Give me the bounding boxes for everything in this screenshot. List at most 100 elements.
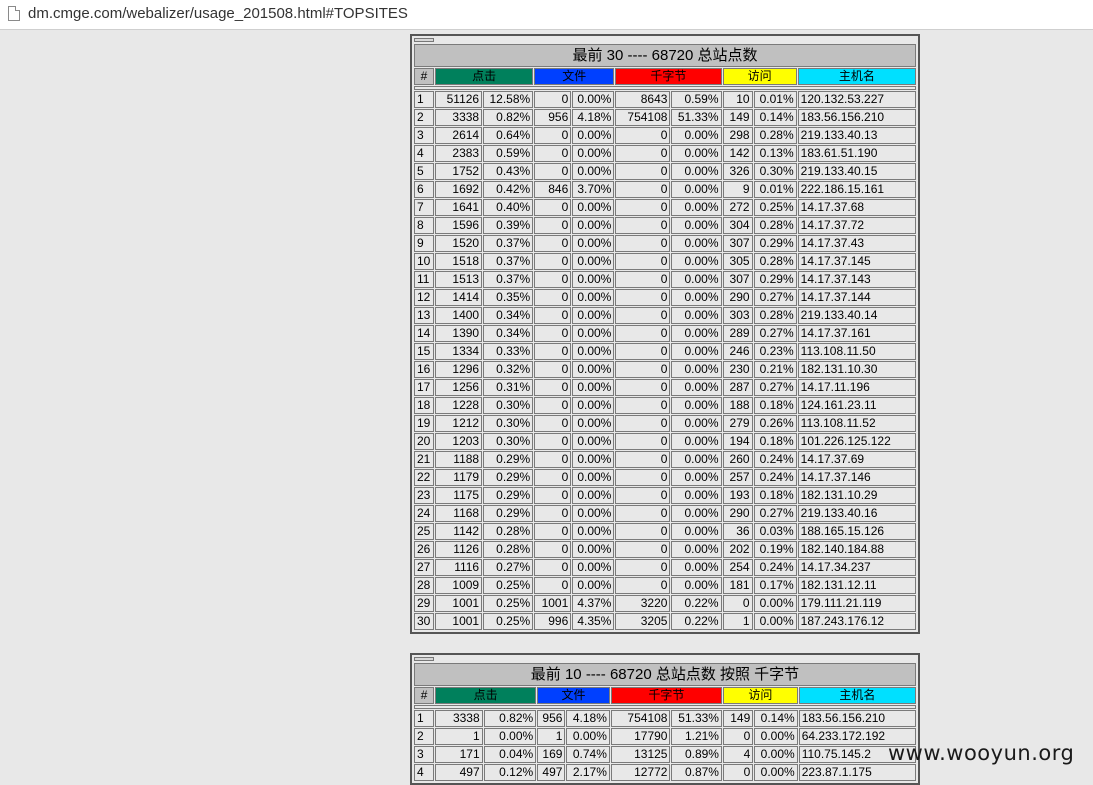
- files-percent: 0.00%: [572, 145, 615, 162]
- table-row: 10 1518 0.37% 0 0.00% 0 0.00% 305 0.28% 14.17.37.…: [414, 253, 916, 270]
- visits-percent: 0.01%: [753, 181, 797, 198]
- hostname: 14.17.11.196: [797, 379, 916, 396]
- kbytes-count: 3205: [615, 613, 671, 630]
- kbytes-percent: 0.00%: [671, 451, 722, 468]
- files-percent: 0.00%: [572, 379, 615, 396]
- kbytes-count: 0: [615, 415, 671, 432]
- table-row: 22 1179 0.29% 0 0.00% 0 0.00% 257 0.24% 14.17.37.…: [414, 469, 916, 486]
- hits-percent: 0.33%: [483, 343, 534, 360]
- visits-percent: 0.00%: [754, 764, 798, 781]
- files-count: 0: [534, 235, 572, 252]
- visits-count: 303: [722, 307, 753, 324]
- files-count: 0: [534, 217, 572, 234]
- files-percent: 0.00%: [572, 469, 615, 486]
- hits-percent: 0.37%: [483, 235, 534, 252]
- top-sites-grid: 最前 30 ---- 68720 总站点数 # 点击 文件 千字节 访问 主机名…: [413, 43, 917, 631]
- files-count: 1: [537, 728, 566, 745]
- row-index: 29: [414, 595, 435, 612]
- visits-percent: 0.28%: [753, 307, 797, 324]
- kbytes-percent: 1.21%: [671, 728, 722, 745]
- visits-count: 1: [722, 613, 753, 630]
- hits-percent: 0.82%: [483, 109, 534, 126]
- address-bar[interactable]: dm.cmge.com/webalizer/usage_201508.html#…: [0, 0, 1093, 30]
- hits-percent: 0.35%: [483, 289, 534, 306]
- row-index: 9: [414, 235, 435, 252]
- kbytes-percent: 0.00%: [671, 433, 722, 450]
- table-row: 9 1520 0.37% 0 0.00% 0 0.00% 307 0.29% 14.17.37.4…: [414, 235, 916, 252]
- kbytes-percent: 0.00%: [671, 289, 722, 306]
- url-text[interactable]: dm.cmge.com/webalizer/usage_201508.html#…: [28, 5, 408, 22]
- row-index: 30: [414, 613, 435, 630]
- visits-count: 9: [722, 181, 753, 198]
- files-count: 0: [534, 199, 572, 216]
- visits-count: 287: [722, 379, 753, 396]
- visits-percent: 0.14%: [753, 109, 797, 126]
- visits-count: 305: [722, 253, 753, 270]
- files-percent: 0.00%: [572, 91, 615, 108]
- hostname: 182.131.10.29: [797, 487, 916, 504]
- row-index: 2: [414, 109, 435, 126]
- visits-percent: 0.21%: [753, 361, 797, 378]
- row-index: 8: [414, 217, 435, 234]
- hostname: 120.132.53.227: [797, 91, 916, 108]
- hostname: 14.17.37.72: [797, 217, 916, 234]
- visits-count: 290: [722, 505, 753, 522]
- hits-count: 1142: [435, 523, 483, 540]
- hits-percent: 0.34%: [483, 325, 534, 342]
- visits-percent: 0.24%: [753, 469, 797, 486]
- visits-count: 298: [722, 127, 753, 144]
- hits-percent: 0.29%: [483, 451, 534, 468]
- row-index: 7: [414, 199, 435, 216]
- row-index: 22: [414, 469, 435, 486]
- visits-percent: 0.03%: [753, 523, 797, 540]
- row-index: 16: [414, 361, 435, 378]
- visits-percent: 0.28%: [753, 253, 797, 270]
- hits-count: 1692: [435, 181, 483, 198]
- files-percent: 0.00%: [572, 451, 615, 468]
- hits-count: 1518: [435, 253, 483, 270]
- hits-percent: 0.29%: [483, 487, 534, 504]
- row-index: 25: [414, 523, 435, 540]
- kbytes-percent: 0.00%: [671, 235, 722, 252]
- kbytes-count: 0: [615, 127, 671, 144]
- files-count: 0: [534, 91, 572, 108]
- files-percent: 0.00%: [566, 728, 610, 745]
- table-row: 17 1256 0.31% 0 0.00% 0 0.00% 287 0.27% 14.17.11.…: [414, 379, 916, 396]
- hits-percent: 0.37%: [483, 253, 534, 270]
- visits-percent: 0.00%: [753, 595, 797, 612]
- table-row: 11 1513 0.37% 0 0.00% 0 0.00% 307 0.29% 14.17.37.…: [414, 271, 916, 288]
- hostname: 14.17.34.237: [797, 559, 916, 576]
- files-percent: 0.00%: [572, 361, 615, 378]
- files-count: 0: [534, 433, 572, 450]
- col-kbytes: 千字节: [610, 687, 722, 704]
- files-percent: 4.37%: [572, 595, 615, 612]
- table-row: 16 1296 0.32% 0 0.00% 0 0.00% 230 0.21% 182.131.1…: [414, 361, 916, 378]
- hostname: 14.17.37.69: [797, 451, 916, 468]
- row-index: 6: [414, 181, 435, 198]
- files-count: 0: [534, 361, 572, 378]
- table-row: 12 1414 0.35% 0 0.00% 0 0.00% 290 0.27% 14.17.37.…: [414, 289, 916, 306]
- kbytes-percent: 0.59%: [671, 91, 722, 108]
- kbytes-percent: 0.00%: [671, 217, 722, 234]
- table-row: 18 1228 0.30% 0 0.00% 0 0.00% 188 0.18% 124.161.2…: [414, 397, 916, 414]
- kbytes-percent: 0.00%: [671, 325, 722, 342]
- kbytes-percent: 0.22%: [671, 595, 722, 612]
- kbytes-count: 0: [615, 487, 671, 504]
- row-index: 21: [414, 451, 435, 468]
- hostname: 183.61.51.190: [797, 145, 916, 162]
- table-row: 4 497 0.12% 497 2.17% 12772 0.87% 0 0.00% 223.87.…: [414, 764, 916, 781]
- hits-count: 1513: [435, 271, 483, 288]
- hostname: 223.87.1.175: [798, 764, 916, 781]
- visits-count: 202: [722, 541, 753, 558]
- row-index: 13: [414, 307, 435, 324]
- row-index: 18: [414, 397, 435, 414]
- visits-percent: 0.24%: [753, 451, 797, 468]
- files-percent: 0.00%: [572, 235, 615, 252]
- files-count: 0: [534, 451, 572, 468]
- hits-count: 1001: [435, 595, 483, 612]
- kbytes-count: 0: [615, 361, 671, 378]
- hits-percent: 0.42%: [483, 181, 534, 198]
- visits-percent: 0.13%: [753, 145, 797, 162]
- visits-percent: 0.30%: [753, 163, 797, 180]
- col-files: 文件: [537, 687, 610, 704]
